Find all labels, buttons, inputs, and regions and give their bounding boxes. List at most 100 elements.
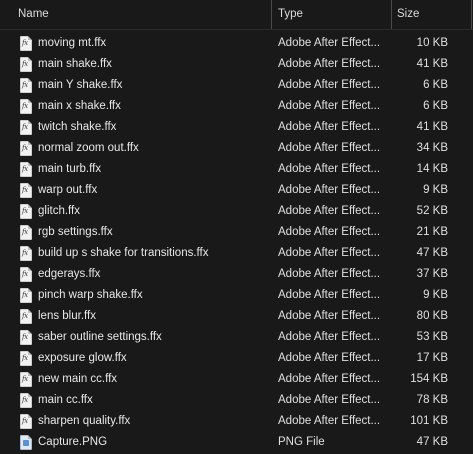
file-row[interactable]: fx build up s shake for transitions.ffx Ad…: [0, 243, 473, 264]
file-row[interactable]: fx exposure glow.ffx Adobe After Effect...…: [0, 348, 473, 369]
file-size: 101 KB: [410, 415, 448, 427]
file-type: Adobe After Effect...: [278, 415, 381, 427]
file-size: 47 KB: [416, 436, 448, 448]
ffx-file-icon: fx: [20, 288, 32, 303]
file-type: Adobe After Effect...: [278, 289, 381, 301]
file-name[interactable]: main cc.ffx: [38, 390, 270, 411]
file-row[interactable]: fx main Y shake.ffx Adobe After Effect... 6…: [0, 75, 473, 96]
file-name[interactable]: build up s shake for transitions.ffx: [38, 243, 270, 264]
file-row[interactable]: fx normal zoom out.ffx Adobe After Effect.…: [0, 138, 473, 159]
file-size: 53 KB: [416, 331, 448, 343]
column-header-name[interactable]: Name: [0, 0, 271, 29]
file-size: 52 KB: [416, 205, 448, 217]
file-size: 6 KB: [423, 100, 448, 112]
file-name[interactable]: rgb settings.ffx: [38, 222, 270, 243]
column-divider-size-end[interactable]: [471, 0, 472, 29]
file-type: PNG File: [278, 436, 325, 448]
file-type: Adobe After Effect...: [278, 394, 381, 406]
file-row[interactable]: fx main x shake.ffx Adobe After Effect... 6…: [0, 96, 473, 117]
file-row[interactable]: fx main cc.ffx Adobe After Effect... 78 KB: [0, 390, 473, 411]
file-type: Adobe After Effect...: [278, 58, 381, 70]
file-name[interactable]: edgerays.ffx: [38, 264, 270, 285]
file-size: 80 KB: [416, 310, 448, 322]
file-type: Adobe After Effect...: [278, 79, 381, 91]
file-row[interactable]: fx main shake.ffx Adobe After Effect... 41 …: [0, 54, 473, 75]
file-type: Adobe After Effect...: [278, 268, 381, 280]
file-size: 47 KB: [416, 247, 448, 259]
file-row[interactable]: fx sharpen quality.ffx Adobe After Effect.…: [0, 411, 473, 432]
file-size: 6 KB: [423, 79, 448, 91]
ffx-file-icon: fx: [20, 267, 32, 282]
ffx-file-icon: fx: [20, 225, 32, 240]
file-type: Adobe After Effect...: [278, 163, 381, 175]
file-row[interactable]: fx moving mt.ffx Adobe After Effect... 10 K…: [0, 33, 473, 54]
file-name[interactable]: main x shake.ffx: [38, 96, 270, 117]
file-row[interactable]: fx new main cc.ffx Adobe After Effect... 15…: [0, 369, 473, 390]
file-name[interactable]: saber outline settings.ffx: [38, 327, 270, 348]
file-rows: fx moving mt.ffx Adobe After Effect... 10 K…: [0, 33, 473, 453]
file-name[interactable]: main Y shake.ffx: [38, 75, 270, 96]
file-name[interactable]: lens blur.ffx: [38, 306, 270, 327]
file-size: 10 KB: [416, 37, 448, 49]
ffx-file-icon: fx: [20, 330, 32, 345]
file-name[interactable]: moving mt.ffx: [38, 33, 270, 54]
file-type: Adobe After Effect...: [278, 184, 381, 196]
file-type: Adobe After Effect...: [278, 352, 381, 364]
file-size: 78 KB: [416, 394, 448, 406]
file-type: Adobe After Effect...: [278, 205, 381, 217]
file-name[interactable]: normal zoom out.ffx: [38, 138, 270, 159]
ffx-file-icon: fx: [20, 204, 32, 219]
file-size: 41 KB: [416, 58, 448, 70]
column-header-size[interactable]: Size: [391, 0, 473, 29]
file-type: Adobe After Effect...: [278, 226, 381, 238]
file-row[interactable]: fx edgerays.ffx Adobe After Effect... 37 KB: [0, 264, 473, 285]
file-type: Adobe After Effect...: [278, 331, 381, 343]
file-name[interactable]: pinch warp shake.ffx: [38, 285, 270, 306]
file-row[interactable]: fx lens blur.ffx Adobe After Effect... 80 K…: [0, 306, 473, 327]
ffx-file-icon: fx: [20, 57, 32, 72]
ffx-file-icon: fx: [20, 246, 32, 261]
ffx-file-icon: fx: [20, 120, 32, 135]
file-row[interactable]: fx rgb settings.ffx Adobe After Effect... 2…: [0, 222, 473, 243]
column-header-type[interactable]: Type: [271, 0, 391, 29]
file-name[interactable]: Capture.PNG: [38, 432, 270, 453]
file-type: Adobe After Effect...: [278, 247, 381, 259]
file-size: 41 KB: [416, 121, 448, 133]
file-name[interactable]: exposure glow.ffx: [38, 348, 270, 369]
file-size: 154 KB: [410, 373, 448, 385]
file-size: 17 KB: [416, 352, 448, 364]
file-name[interactable]: main shake.ffx: [38, 54, 270, 75]
file-type: Adobe After Effect...: [278, 100, 381, 112]
file-size: 9 KB: [423, 184, 448, 196]
vertical-scrollbar[interactable]: [467, 29, 473, 454]
ffx-file-icon: fx: [20, 141, 32, 156]
file-row[interactable]: fx pinch warp shake.ffx Adobe After Effect…: [0, 285, 473, 306]
file-size: 9 KB: [423, 289, 448, 301]
file-name[interactable]: new main cc.ffx: [38, 369, 270, 390]
file-name[interactable]: twitch shake.ffx: [38, 117, 270, 138]
png-file-icon: [20, 435, 32, 450]
file-name[interactable]: glitch.ffx: [38, 201, 270, 222]
file-row[interactable]: fx main turb.ffx Adobe After Effect... 14 K…: [0, 159, 473, 180]
file-row[interactable]: fx saber outline settings.ffx Adobe After …: [0, 327, 473, 348]
file-type: Adobe After Effect...: [278, 142, 381, 154]
file-row[interactable]: fx warp out.ffx Adobe After Effect... 9 KB: [0, 180, 473, 201]
file-name[interactable]: main turb.ffx: [38, 159, 270, 180]
file-name[interactable]: sharpen quality.ffx: [38, 411, 270, 432]
file-name[interactable]: warp out.ffx: [38, 180, 270, 201]
ffx-file-icon: fx: [20, 414, 32, 429]
file-list-view: Name Type Size fx moving mt.ffx Adobe Afte…: [0, 0, 473, 454]
ffx-file-icon: fx: [20, 393, 32, 408]
column-header-bar: Name Type Size: [0, 0, 473, 30]
file-type: Adobe After Effect...: [278, 37, 381, 49]
file-row[interactable]: Capture.PNG PNG File 47 KB: [0, 432, 473, 453]
ffx-file-icon: fx: [20, 183, 32, 198]
file-type: Adobe After Effect...: [278, 310, 381, 322]
file-row[interactable]: fx glitch.ffx Adobe After Effect... 52 KB: [0, 201, 473, 222]
file-row[interactable]: fx twitch shake.ffx Adobe After Effect... 4…: [0, 117, 473, 138]
ffx-file-icon: fx: [20, 351, 32, 366]
ffx-file-icon: fx: [20, 99, 32, 114]
ffx-file-icon: fx: [20, 78, 32, 93]
file-type: Adobe After Effect...: [278, 121, 381, 133]
file-size: 21 KB: [416, 226, 448, 238]
